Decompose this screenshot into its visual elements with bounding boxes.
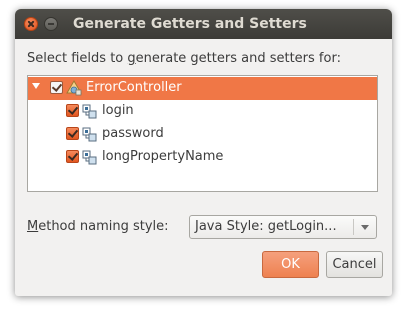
field-name-login: login: [102, 103, 134, 118]
field-checkbox-login[interactable]: [66, 104, 79, 117]
expand-arrow-icon[interactable]: [32, 83, 40, 89]
fields-tree[interactable]: ErrorController login password longPrope…: [27, 75, 378, 192]
naming-label-text: ethod naming style:: [38, 219, 169, 234]
cancel-button[interactable]: Cancel: [326, 251, 383, 278]
tree-row-class[interactable]: ErrorController: [28, 77, 377, 100]
title-bar[interactable]: Generate Getters and Setters: [15, 9, 392, 39]
tree-row-field[interactable]: longPropertyName: [28, 146, 377, 169]
class-checkbox[interactable]: [50, 81, 63, 94]
field-icon: [82, 150, 97, 165]
naming-mnemonic: M: [27, 219, 39, 234]
generate-getters-setters-dialog: Generate Getters and Setters Select fiel…: [15, 9, 392, 296]
minimize-window-button[interactable]: [44, 17, 58, 31]
tree-row-field[interactable]: login: [28, 100, 377, 123]
prompt-mnemonic: g: [127, 51, 136, 66]
dropdown-separator: [353, 219, 354, 235]
window-title: Generate Getters and Setters: [73, 16, 307, 32]
chevron-down-icon[interactable]: [361, 225, 369, 230]
field-icon: [82, 127, 97, 142]
field-name-password: password: [102, 126, 164, 141]
naming-style-dropdown[interactable]: Java Style: getLogin...: [189, 215, 377, 239]
tree-row-field[interactable]: password: [28, 123, 377, 146]
naming-style-label: Method naming style:: [27, 219, 169, 234]
class-icon: [66, 80, 82, 96]
field-checkbox-longPropertyName[interactable]: [66, 150, 79, 163]
field-checkbox-password[interactable]: [66, 127, 79, 140]
fields-prompt: Select fields to generate getters and se…: [27, 51, 341, 66]
naming-style-value: Java Style: getLogin...: [195, 219, 337, 234]
prompt-text-post: enerate getters and setters for:: [135, 51, 341, 66]
ok-button[interactable]: OK: [262, 251, 319, 278]
field-icon: [82, 104, 97, 119]
prompt-text-pre: Select fields to: [27, 51, 128, 66]
close-window-button[interactable]: [24, 17, 38, 31]
field-name-longPropertyName: longPropertyName: [102, 149, 224, 164]
class-name: ErrorController: [86, 80, 182, 95]
